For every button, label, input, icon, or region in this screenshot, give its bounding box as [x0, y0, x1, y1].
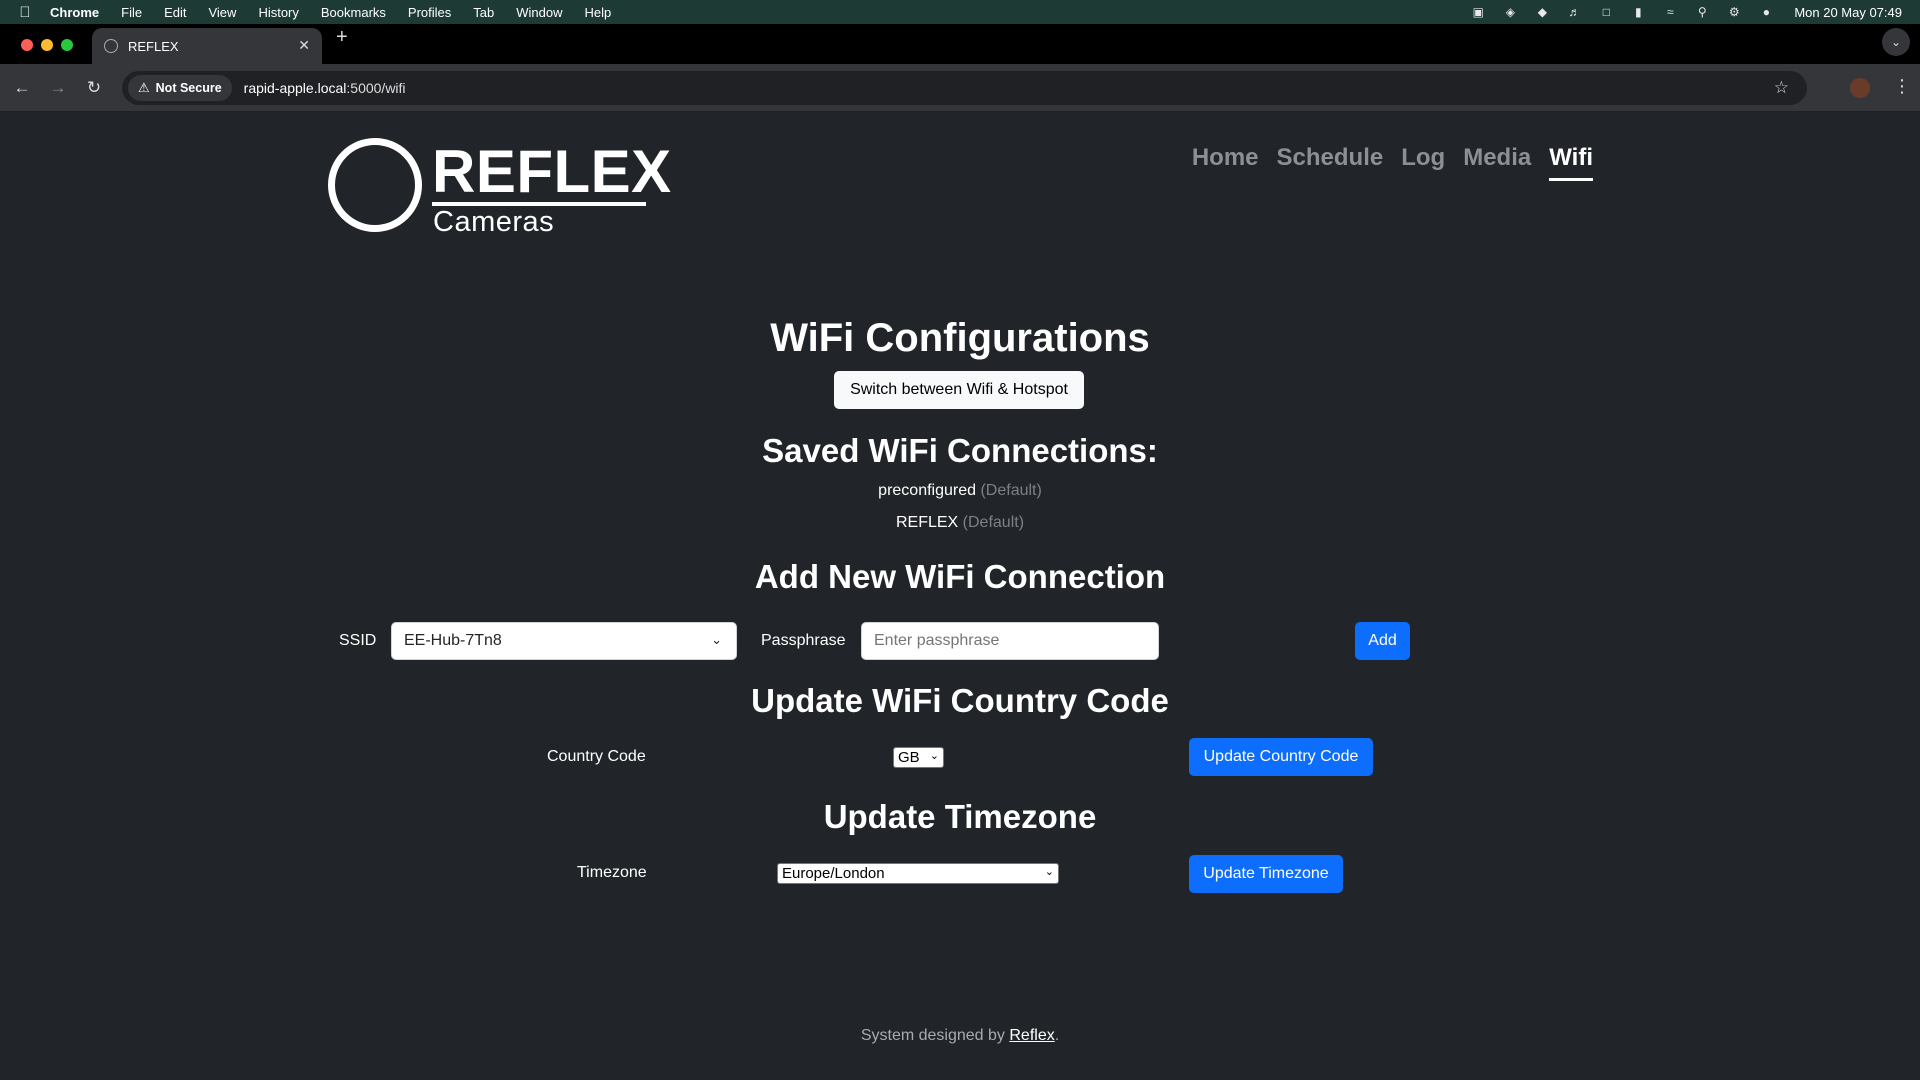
add-connection-button[interactable]: Add: [1355, 622, 1410, 660]
menu-app-name[interactable]: Chrome: [50, 5, 99, 20]
saved-connection-item: REFLEX (Default): [0, 514, 1920, 532]
timezone-heading: Update Timezone: [823, 798, 1097, 835]
main-nav: Home Schedule Log Media Wifi: [1192, 144, 1593, 181]
mac-menu-bar:  Chrome File Edit View History Bookmark…: [0, 0, 1920, 24]
logo-subtitle: Cameras: [433, 206, 555, 238]
address-bar[interactable]: ⚠ Not Secure rapid-apple.local:5000/wifi…: [122, 71, 1807, 105]
menu-clock[interactable]: Mon 20 May 07:49: [1794, 5, 1902, 20]
country-code-label: Country Code: [547, 748, 646, 765]
page-title: WiFi Configurations: [770, 316, 1150, 360]
security-chip[interactable]: ⚠ Not Secure: [128, 75, 232, 101]
menu-history[interactable]: History: [258, 5, 298, 20]
browser-tab-strip: REFLEX ✕ + ⌄: [0, 24, 1920, 64]
saved-connection-name: REFLEX: [895, 514, 959, 531]
window-zoom-button[interactable]: [61, 39, 73, 51]
nav-log[interactable]: Log: [1401, 144, 1445, 181]
bookmark-star-icon[interactable]: ☆: [1774, 78, 1789, 98]
saved-connection-item: preconfigured (Default): [0, 482, 1920, 500]
browser-menu-kebab-icon[interactable]: ⋮: [1893, 76, 1911, 97]
ssid-label: SSID: [339, 632, 377, 649]
country-code-select[interactable]: GB ⌄: [893, 747, 944, 768]
wifi-icon[interactable]: ≈: [1662, 5, 1678, 19]
nav-home[interactable]: Home: [1192, 144, 1259, 181]
nav-wifi[interactable]: Wifi: [1549, 144, 1593, 181]
screen-mirror-icon[interactable]: ▣: [1470, 5, 1486, 19]
timezone-label: Timezone: [577, 864, 647, 881]
url-text[interactable]: rapid-apple.local:5000/wifi: [244, 80, 406, 96]
country-code-heading: Update WiFi Country Code: [751, 682, 1169, 719]
nav-schedule[interactable]: Schedule: [1277, 144, 1384, 181]
battery-icon[interactable]: ▮: [1630, 5, 1646, 19]
url-host: rapid-apple.local: [243, 80, 347, 96]
menu-help[interactable]: Help: [585, 5, 612, 20]
control-center-icon[interactable]: ⚙: [1726, 5, 1742, 19]
timezone-value: Europe/London: [782, 865, 885, 882]
timezone-select[interactable]: Europe/London ⌄: [777, 863, 1059, 884]
ssid-select[interactable]: EE-Hub-7Tn8 ⌄: [391, 622, 737, 660]
saved-connection-tag: (Default): [980, 482, 1042, 499]
switch-wifi-hotspot-button[interactable]: Switch between Wifi & Hotspot: [834, 371, 1084, 409]
menu-bookmarks[interactable]: Bookmarks: [321, 5, 386, 20]
spotlight-search-icon[interactable]: ⚲: [1694, 5, 1710, 19]
window-close-button[interactable]: [21, 39, 33, 51]
nav-media[interactable]: Media: [1463, 144, 1531, 181]
volume-icon[interactable]: ♬: [1566, 5, 1582, 19]
warning-triangle-icon: ⚠: [138, 80, 150, 95]
new-tab-icon[interactable]: +: [336, 26, 348, 49]
logo-ring-icon: [328, 138, 422, 232]
security-chip-label: Not Secure: [155, 81, 222, 95]
profile-avatar[interactable]: [1850, 78, 1870, 98]
forward-arrow-icon[interactable]: →: [48, 78, 68, 98]
tab-title: REFLEX: [128, 38, 179, 54]
menu-file[interactable]: File: [121, 5, 142, 20]
saved-connections-heading: Saved WiFi Connections:: [762, 432, 1158, 469]
footer-period: .: [1054, 1027, 1060, 1044]
saved-connection-name: preconfigured: [878, 482, 977, 499]
chevron-down-icon: ⌄: [1044, 866, 1054, 878]
chevron-down-icon: ⌄: [929, 750, 939, 762]
saved-connection-tag: (Default): [962, 514, 1025, 531]
chevron-down-icon: ⌄: [711, 632, 722, 647]
menu-view[interactable]: View: [208, 5, 236, 20]
vpn-shield-icon[interactable]: ◆: [1534, 5, 1550, 19]
ssid-select-value: EE-Hub-7Tn8: [404, 632, 502, 649]
update-country-code-button[interactable]: Update Country Code: [1189, 738, 1373, 776]
reflex-logo[interactable]: REFLEX Cameras: [326, 136, 671, 238]
browser-tab[interactable]: REFLEX ✕: [92, 28, 322, 64]
update-timezone-button[interactable]: Update Timezone: [1189, 855, 1343, 893]
tab-favicon-icon: [104, 39, 118, 53]
menu-window[interactable]: Window: [516, 5, 562, 20]
tab-search-chevron-icon[interactable]: ⌄: [1882, 28, 1910, 56]
siri-icon[interactable]: ●: [1758, 5, 1774, 19]
page-content: REFLEX Cameras Home Schedule Log Media W…: [0, 112, 1920, 1080]
reload-icon[interactable]: ↻: [84, 78, 104, 98]
passphrase-placeholder: Enter passphrase: [874, 632, 1000, 649]
back-arrow-icon[interactable]: ←: [12, 78, 32, 98]
window-minimize-button[interactable]: [41, 39, 53, 51]
passphrase-input[interactable]: Enter passphrase: [861, 622, 1159, 660]
menu-profiles[interactable]: Profiles: [408, 5, 451, 20]
country-code-value: GB: [898, 749, 920, 766]
logo-wordmark: REFLEX: [432, 138, 672, 205]
browser-toolbar: ← → ↻ ⚠ Not Secure rapid-apple.local:500…: [0, 64, 1920, 112]
tab-close-icon[interactable]: ✕: [298, 37, 310, 54]
url-path: :5000/wifi: [346, 80, 406, 96]
menu-edit[interactable]: Edit: [164, 5, 186, 20]
add-connection-heading: Add New WiFi Connection: [754, 558, 1166, 595]
display-icon[interactable]: □: [1598, 5, 1614, 19]
footer-reflex-link[interactable]: Reflex: [1009, 1027, 1054, 1044]
shield-icon[interactable]: ◈: [1502, 5, 1518, 19]
passphrase-label: Passphrase: [761, 632, 846, 649]
apple-logo-icon[interactable]: : [0, 4, 50, 21]
page-footer: System designed by Reflex.: [0, 1027, 1920, 1045]
footer-text: System designed by: [860, 1027, 1010, 1044]
menu-tab[interactable]: Tab: [473, 5, 494, 20]
